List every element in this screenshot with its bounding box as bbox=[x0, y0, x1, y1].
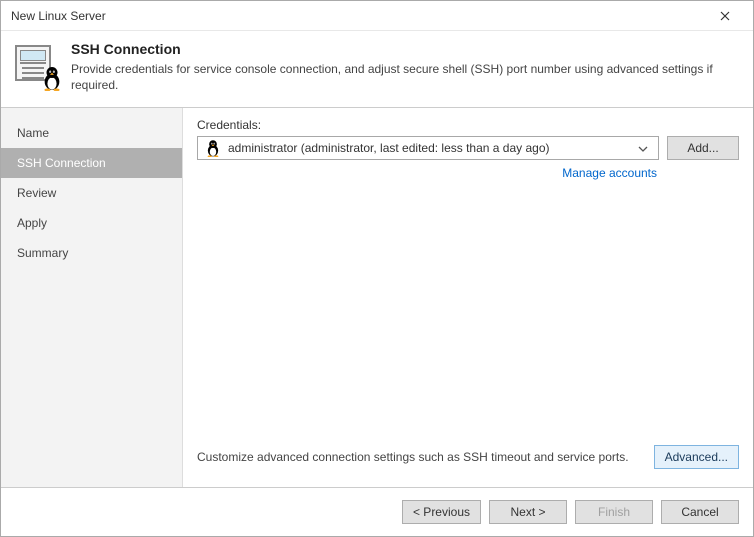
step-name[interactable]: Name bbox=[1, 118, 182, 148]
wizard-footer: < Previous Next > Finish Cancel bbox=[1, 487, 753, 536]
finish-button: Finish bbox=[575, 500, 653, 524]
header-description: Provide credentials for service console … bbox=[71, 61, 739, 93]
linux-penguin-icon bbox=[41, 65, 63, 91]
step-summary[interactable]: Summary bbox=[1, 238, 182, 268]
close-button[interactable] bbox=[705, 2, 745, 30]
wizard-content: Credentials: administrator (administrato… bbox=[183, 108, 753, 487]
window-title: New Linux Server bbox=[11, 9, 705, 23]
cancel-button[interactable]: Cancel bbox=[661, 500, 739, 524]
credentials-label: Credentials: bbox=[197, 118, 739, 132]
titlebar: New Linux Server bbox=[1, 1, 753, 31]
header-text: SSH Connection Provide credentials for s… bbox=[71, 41, 739, 93]
linux-penguin-icon bbox=[204, 139, 222, 157]
step-ssh-connection[interactable]: SSH Connection bbox=[1, 148, 182, 178]
chevron-down-icon bbox=[634, 141, 652, 155]
step-apply[interactable]: Apply bbox=[1, 208, 182, 238]
advanced-hint-text: Customize advanced connection settings s… bbox=[197, 450, 644, 464]
header-icon bbox=[15, 43, 59, 87]
advanced-button[interactable]: Advanced... bbox=[654, 445, 739, 469]
add-credentials-button[interactable]: Add... bbox=[667, 136, 739, 160]
wizard-steps-sidebar: Name SSH Connection Review Apply Summary bbox=[1, 108, 183, 487]
credentials-selected-value: administrator (administrator, last edite… bbox=[228, 141, 634, 155]
header-title: SSH Connection bbox=[71, 41, 739, 57]
previous-button[interactable]: < Previous bbox=[402, 500, 481, 524]
close-icon bbox=[720, 11, 730, 21]
step-review[interactable]: Review bbox=[1, 178, 182, 208]
credentials-dropdown[interactable]: administrator (administrator, last edite… bbox=[197, 136, 659, 160]
next-button[interactable]: Next > bbox=[489, 500, 567, 524]
wizard-window: New Linux Server SSH Connection Provide … bbox=[0, 0, 754, 537]
manage-accounts-link[interactable]: Manage accounts bbox=[562, 166, 657, 180]
wizard-header: SSH Connection Provide credentials for s… bbox=[1, 31, 753, 108]
wizard-body: Name SSH Connection Review Apply Summary… bbox=[1, 108, 753, 487]
